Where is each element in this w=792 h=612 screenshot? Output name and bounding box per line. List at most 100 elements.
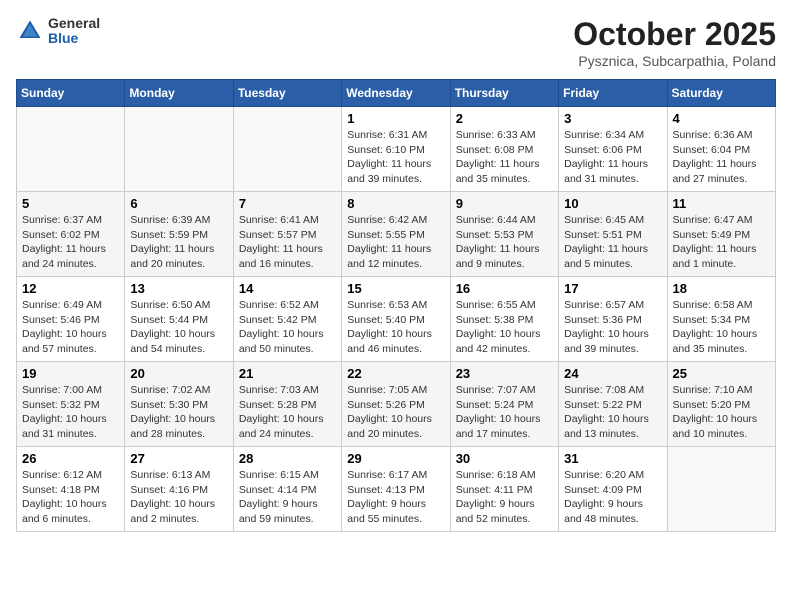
day-number: 4 xyxy=(673,111,770,126)
calendar-table: SundayMondayTuesdayWednesdayThursdayFrid… xyxy=(16,79,776,532)
calendar-cell: 15Sunrise: 6:53 AM Sunset: 5:40 PM Dayli… xyxy=(342,277,450,362)
day-info: Sunrise: 6:49 AM Sunset: 5:46 PM Dayligh… xyxy=(22,298,119,357)
day-number: 26 xyxy=(22,451,119,466)
calendar-week-row: 1Sunrise: 6:31 AM Sunset: 6:10 PM Daylig… xyxy=(17,107,776,192)
day-number: 14 xyxy=(239,281,336,296)
calendar-cell: 16 Sunrise: 6:55 AM Sunset: 5:38 PM Dayli… xyxy=(450,277,558,362)
day-info: Sunrise: 7:00 AM Sunset: 5:32 PM Dayligh… xyxy=(22,383,119,442)
day-info: Sunrise: 6:50 AM Sunset: 5:44 PM Dayligh… xyxy=(130,298,227,357)
calendar-cell: 17 Sunrise: 6:57 AM Sunset: 5:36 PM Dayli… xyxy=(559,277,667,362)
day-info: Sunrise: 6:36 AM Sunset: 6:04 PM Dayligh… xyxy=(673,128,770,187)
day-info: Sunrise: 6:20 AM Sunset: 4:09 PM Dayligh… xyxy=(564,468,661,527)
day-number: 30 xyxy=(456,451,553,466)
logo-general: General xyxy=(48,16,100,31)
day-number: 3 xyxy=(564,111,661,126)
calendar-cell: 14 Sunrise: 6:52 AM Sunset: 5:42 PM Dayli… xyxy=(233,277,341,362)
day-info: Sunrise: 6:41 AM Sunset: 5:57 PM Dayligh… xyxy=(239,213,336,272)
day-number: 12 xyxy=(22,281,119,296)
calendar-cell xyxy=(667,447,775,532)
day-number: 13 xyxy=(130,281,227,296)
day-number: 28 xyxy=(239,451,336,466)
calendar-week-row: 12 Sunrise: 6:49 AM Sunset: 5:46 PM Dayli… xyxy=(17,277,776,362)
logo-blue: Blue xyxy=(48,31,100,46)
day-number: 11 xyxy=(673,196,770,211)
title-area: October 2025 Pysznica, Subcarpathia, Pol… xyxy=(573,16,776,69)
day-info: Sunrise: 6:57 AM Sunset: 5:36 PM Dayligh… xyxy=(564,298,661,357)
calendar-cell: 5 Sunrise: 6:37 AM Sunset: 6:02 PM Daylig… xyxy=(17,192,125,277)
day-info: Sunrise: 6:45 AM Sunset: 5:51 PM Dayligh… xyxy=(564,213,661,272)
calendar-cell: 3 Sunrise: 6:34 AM Sunset: 6:06 PM Daylig… xyxy=(559,107,667,192)
day-number: 2 xyxy=(456,111,553,126)
day-info: Sunrise: 6:18 AM Sunset: 4:11 PM Dayligh… xyxy=(456,468,553,527)
day-number: 7 xyxy=(239,196,336,211)
day-number: 29 xyxy=(347,451,444,466)
calendar-cell: 31Sunrise: 6:20 AM Sunset: 4:09 PM Dayli… xyxy=(559,447,667,532)
logo: General Blue xyxy=(16,16,100,47)
calendar-week-row: 26 Sunrise: 6:12 AM Sunset: 4:18 PM Dayli… xyxy=(17,447,776,532)
calendar-week-row: 5 Sunrise: 6:37 AM Sunset: 6:02 PM Daylig… xyxy=(17,192,776,277)
calendar-week-row: 19 Sunrise: 7:00 AM Sunset: 5:32 PM Dayli… xyxy=(17,362,776,447)
day-info: Sunrise: 7:02 AM Sunset: 5:30 PM Dayligh… xyxy=(130,383,227,442)
day-info: Sunrise: 7:03 AM Sunset: 5:28 PM Dayligh… xyxy=(239,383,336,442)
day-number: 17 xyxy=(564,281,661,296)
day-info: Sunrise: 6:58 AM Sunset: 5:34 PM Dayligh… xyxy=(673,298,770,357)
day-number: 6 xyxy=(130,196,227,211)
day-number: 23 xyxy=(456,366,553,381)
day-number: 5 xyxy=(22,196,119,211)
calendar-cell: 24Sunrise: 7:08 AM Sunset: 5:22 PM Dayli… xyxy=(559,362,667,447)
day-info: Sunrise: 6:39 AM Sunset: 5:59 PM Dayligh… xyxy=(130,213,227,272)
weekday-header: Sunday xyxy=(17,80,125,107)
day-number: 16 xyxy=(456,281,553,296)
calendar-cell: 2Sunrise: 6:33 AM Sunset: 6:08 PM Daylig… xyxy=(450,107,558,192)
day-info: Sunrise: 6:13 AM Sunset: 4:16 PM Dayligh… xyxy=(130,468,227,527)
calendar-cell: 11 Sunrise: 6:47 AM Sunset: 5:49 PM Dayli… xyxy=(667,192,775,277)
day-number: 24 xyxy=(564,366,661,381)
day-number: 9 xyxy=(456,196,553,211)
day-info: Sunrise: 6:34 AM Sunset: 6:06 PM Dayligh… xyxy=(564,128,661,187)
weekday-header: Monday xyxy=(125,80,233,107)
calendar-cell: 19 Sunrise: 7:00 AM Sunset: 5:32 PM Dayli… xyxy=(17,362,125,447)
weekday-header: Wednesday xyxy=(342,80,450,107)
day-info: Sunrise: 7:05 AM Sunset: 5:26 PM Dayligh… xyxy=(347,383,444,442)
calendar-cell: 25 Sunrise: 7:10 AM Sunset: 5:20 PM Dayli… xyxy=(667,362,775,447)
weekday-header: Thursday xyxy=(450,80,558,107)
month-title: October 2025 xyxy=(573,16,776,53)
day-number: 19 xyxy=(22,366,119,381)
calendar-cell: 1Sunrise: 6:31 AM Sunset: 6:10 PM Daylig… xyxy=(342,107,450,192)
day-info: Sunrise: 6:44 AM Sunset: 5:53 PM Dayligh… xyxy=(456,213,553,272)
calendar-cell xyxy=(17,107,125,192)
day-info: Sunrise: 6:42 AM Sunset: 5:55 PM Dayligh… xyxy=(347,213,444,272)
logo-text: General Blue xyxy=(48,16,100,47)
day-info: Sunrise: 6:53 AM Sunset: 5:40 PM Dayligh… xyxy=(347,298,444,357)
calendar-cell xyxy=(125,107,233,192)
day-number: 21 xyxy=(239,366,336,381)
calendar-cell: 10Sunrise: 6:45 AM Sunset: 5:51 PM Dayli… xyxy=(559,192,667,277)
calendar-cell: 7 Sunrise: 6:41 AM Sunset: 5:57 PM Daylig… xyxy=(233,192,341,277)
calendar-cell: 28Sunrise: 6:15 AM Sunset: 4:14 PM Dayli… xyxy=(233,447,341,532)
day-number: 20 xyxy=(130,366,227,381)
calendar-cell: 29Sunrise: 6:17 AM Sunset: 4:13 PM Dayli… xyxy=(342,447,450,532)
day-info: Sunrise: 6:37 AM Sunset: 6:02 PM Dayligh… xyxy=(22,213,119,272)
calendar-cell: 8 Sunrise: 6:42 AM Sunset: 5:55 PM Daylig… xyxy=(342,192,450,277)
logo-icon xyxy=(16,17,44,45)
calendar-cell: 18 Sunrise: 6:58 AM Sunset: 5:34 PM Dayli… xyxy=(667,277,775,362)
page-header: General Blue October 2025 Pysznica, Subc… xyxy=(16,16,776,69)
day-info: Sunrise: 6:12 AM Sunset: 4:18 PM Dayligh… xyxy=(22,468,119,527)
calendar-cell: 30 Sunrise: 6:18 AM Sunset: 4:11 PM Dayli… xyxy=(450,447,558,532)
calendar-cell: 22Sunrise: 7:05 AM Sunset: 5:26 PM Dayli… xyxy=(342,362,450,447)
day-number: 18 xyxy=(673,281,770,296)
location-subtitle: Pysznica, Subcarpathia, Poland xyxy=(573,53,776,69)
day-number: 1 xyxy=(347,111,444,126)
weekday-header-row: SundayMondayTuesdayWednesdayThursdayFrid… xyxy=(17,80,776,107)
calendar-cell: 26 Sunrise: 6:12 AM Sunset: 4:18 PM Dayli… xyxy=(17,447,125,532)
day-info: Sunrise: 7:10 AM Sunset: 5:20 PM Dayligh… xyxy=(673,383,770,442)
day-number: 25 xyxy=(673,366,770,381)
day-number: 8 xyxy=(347,196,444,211)
calendar-cell xyxy=(233,107,341,192)
day-info: Sunrise: 6:47 AM Sunset: 5:49 PM Dayligh… xyxy=(673,213,770,272)
weekday-header: Saturday xyxy=(667,80,775,107)
day-info: Sunrise: 6:55 AM Sunset: 5:38 PM Dayligh… xyxy=(456,298,553,357)
day-info: Sunrise: 6:52 AM Sunset: 5:42 PM Dayligh… xyxy=(239,298,336,357)
day-info: Sunrise: 7:07 AM Sunset: 5:24 PM Dayligh… xyxy=(456,383,553,442)
calendar-cell: 13 Sunrise: 6:50 AM Sunset: 5:44 PM Dayli… xyxy=(125,277,233,362)
